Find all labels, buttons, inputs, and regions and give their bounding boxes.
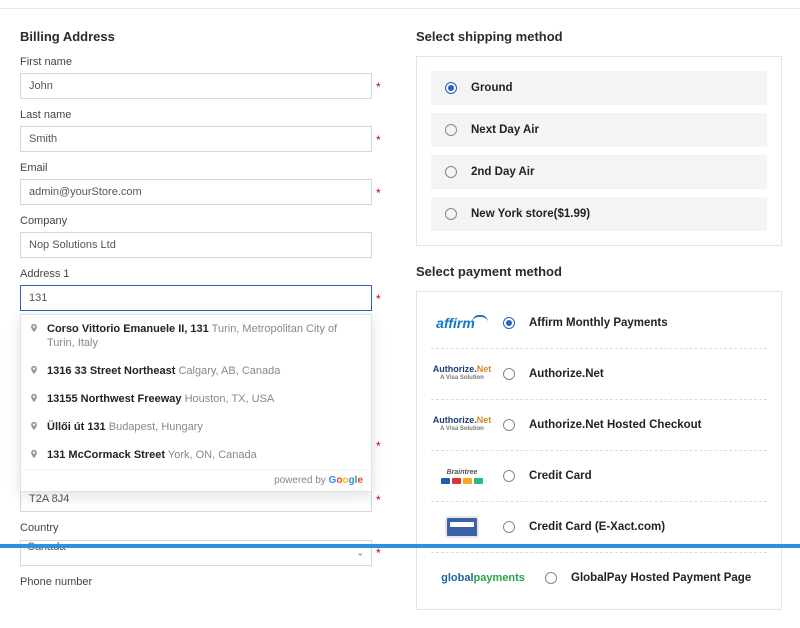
affirm-logo: affirm: [435, 308, 489, 338]
map-pin-icon: [29, 448, 39, 460]
last-name-field: Last name *: [20, 109, 386, 152]
address1-input[interactable]: [20, 285, 372, 311]
radio-icon: [445, 208, 457, 220]
required-indicator: *: [376, 292, 381, 306]
radio-icon: [503, 521, 515, 533]
first-name-label: First name: [20, 56, 386, 68]
suggestion-main: Üllői út 131: [47, 421, 106, 433]
country-label: Country: [20, 522, 386, 534]
suggestion-secondary: York, ON, Canada: [165, 449, 257, 461]
payment-option[interactable]: Authorize.NetA Visa Solution Authorize.Ne…: [431, 400, 767, 451]
payment-option[interactable]: affirm Affirm Monthly Payments: [431, 298, 767, 349]
email-field: Email *: [20, 162, 386, 205]
address-autocomplete-dropdown: Corso Vittorio Emanuele II, 131 Turin, M…: [20, 314, 372, 492]
suggestion-secondary: Calgary, AB, Canada: [175, 365, 280, 377]
company-label: Company: [20, 215, 386, 227]
shipping-panel: Ground Next Day Air 2nd Day Air New York st…: [416, 56, 782, 246]
suggestion-secondary: Houston, TX, USA: [182, 393, 275, 405]
suggestion-main: 13155 Northwest Freeway: [47, 393, 182, 405]
shipping-option-label: 2nd Day Air: [471, 166, 534, 178]
first-name-input[interactable]: [20, 73, 372, 99]
payment-option-label: Authorize.Net Hosted Checkout: [529, 419, 702, 431]
autocomplete-suggestion[interactable]: 1316 33 Street Northeast Calgary, AB, Ca…: [21, 357, 371, 385]
shipping-option[interactable]: Ground: [431, 71, 767, 105]
payment-title: Select payment method: [416, 264, 782, 279]
payment-option-label: Credit Card (E-Xact.com): [529, 521, 665, 533]
payment-option[interactable]: Authorize.NetA Visa Solution Authorize.Ne…: [431, 349, 767, 400]
authnet-logo: Authorize.NetA Visa Solution: [435, 359, 489, 389]
autocomplete-suggestion[interactable]: 131 McCormack Street York, ON, Canada: [21, 441, 371, 469]
phone-label: Phone number: [20, 576, 386, 588]
billing-address-section: Billing Address First name * Last name *…: [20, 29, 386, 628]
suggestion-main: 131 McCormack Street: [47, 449, 165, 461]
radio-icon: [445, 166, 457, 178]
globalpay-logo: globalpayments: [435, 563, 531, 593]
last-name-input[interactable]: [20, 126, 372, 152]
billing-title: Billing Address: [20, 29, 386, 44]
required-indicator: *: [376, 546, 381, 560]
shipping-option-label: Ground: [471, 82, 513, 94]
shipping-title: Select shipping method: [416, 29, 782, 44]
shipping-option[interactable]: New York store($1.99): [431, 197, 767, 231]
first-name-field: First name *: [20, 56, 386, 99]
radio-icon: [503, 368, 515, 380]
company-field: Company: [20, 215, 386, 258]
radio-icon: [503, 470, 515, 482]
email-label: Email: [20, 162, 386, 174]
shipping-option[interactable]: 2nd Day Air: [431, 155, 767, 189]
payment-option[interactable]: globalpayments GlobalPay Hosted Payment P…: [431, 553, 767, 603]
map-pin-icon: [29, 420, 39, 432]
payment-option-label: GlobalPay Hosted Payment Page: [571, 572, 751, 584]
payment-option[interactable]: Braintree Credit Card: [431, 451, 767, 502]
map-pin-icon: [29, 392, 39, 404]
required-indicator: *: [376, 186, 381, 200]
payment-panel: affirm Affirm Monthly Payments Authorize.N…: [416, 291, 782, 610]
payment-option-label: Affirm Monthly Payments: [529, 317, 668, 329]
autocomplete-suggestion[interactable]: 13155 Northwest Freeway Houston, TX, USA: [21, 385, 371, 413]
authnet-logo: Authorize.NetA Visa Solution: [435, 410, 489, 440]
required-indicator: *: [376, 493, 381, 507]
address1-label: Address 1: [20, 268, 386, 280]
last-name-label: Last name: [20, 109, 386, 121]
radio-icon: [445, 82, 457, 94]
exact-logo: [435, 512, 489, 542]
required-indicator: *: [376, 80, 381, 94]
suggestion-main: Corso Vittorio Emanuele II, 131: [47, 323, 209, 335]
loading-bar: [0, 544, 800, 548]
required-indicator: *: [376, 439, 381, 453]
google-logo: Google: [329, 475, 363, 486]
payment-option-label: Authorize.Net: [529, 368, 604, 380]
map-pin-icon: [29, 322, 39, 334]
email-input[interactable]: [20, 179, 372, 205]
shipping-option-label: Next Day Air: [471, 124, 539, 136]
radio-icon: [503, 317, 515, 329]
braintree-logo: Braintree: [435, 461, 489, 491]
payment-option-label: Credit Card: [529, 470, 592, 482]
autocomplete-suggestion[interactable]: Üllői út 131 Budapest, Hungary: [21, 413, 371, 441]
shipping-option-label: New York store($1.99): [471, 208, 590, 220]
required-indicator: *: [376, 133, 381, 147]
radio-icon: [503, 419, 515, 431]
autocomplete-attribution: powered by Google: [21, 469, 371, 491]
phone-field: Phone number: [20, 576, 386, 588]
powered-by-text: powered by: [274, 475, 328, 486]
radio-icon: [445, 124, 457, 136]
suggestion-secondary: Budapest, Hungary: [106, 421, 203, 433]
map-pin-icon: [29, 364, 39, 376]
shipping-option[interactable]: Next Day Air: [431, 113, 767, 147]
address1-field: Address 1 * Corso Vittorio Emanuele II, …: [20, 268, 386, 311]
suggestion-main: 1316 33 Street Northeast: [47, 365, 175, 377]
autocomplete-suggestion[interactable]: Corso Vittorio Emanuele II, 131 Turin, M…: [21, 315, 371, 357]
radio-icon: [545, 572, 557, 584]
company-input[interactable]: [20, 232, 372, 258]
